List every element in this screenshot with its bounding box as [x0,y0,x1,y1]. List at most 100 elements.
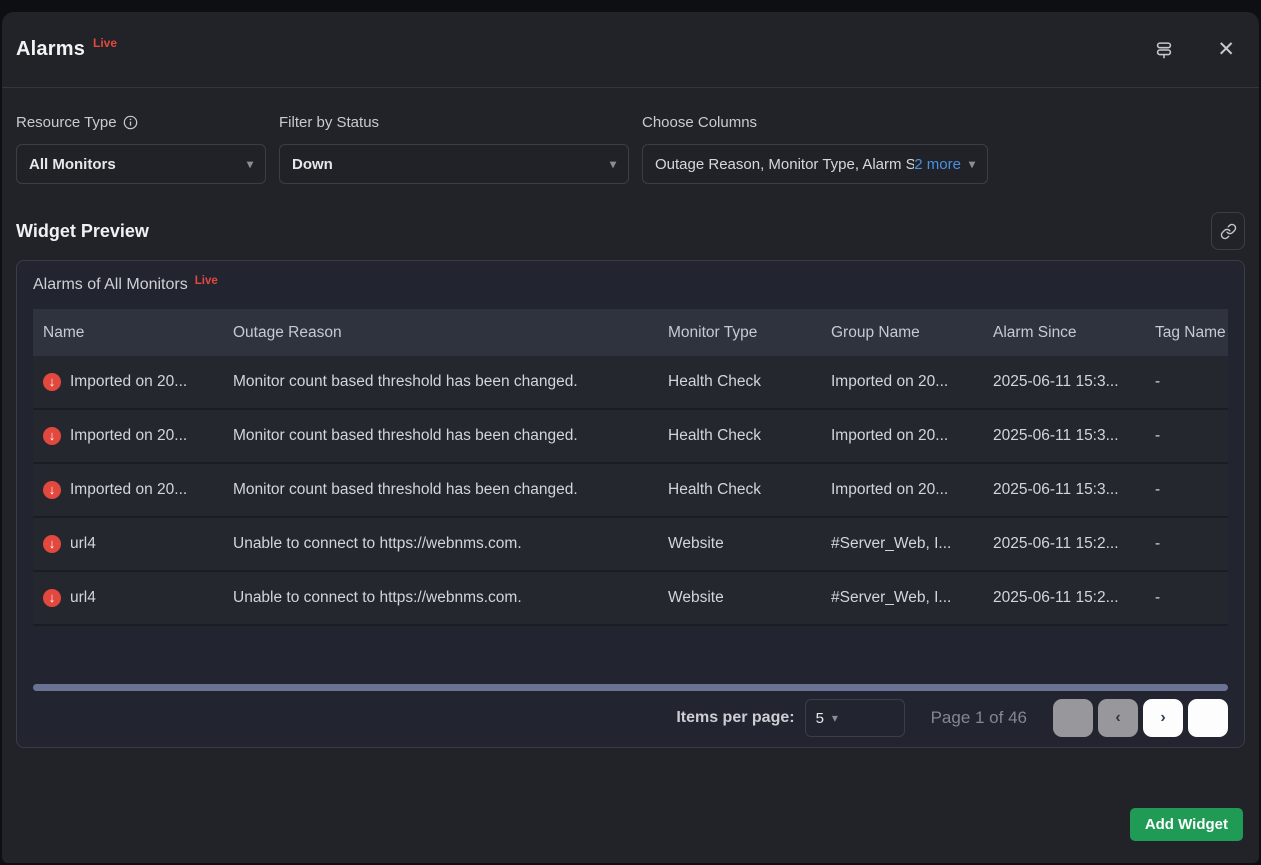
chevron-down-icon: ▾ [969,157,975,171]
first-page-button[interactable] [1053,699,1093,737]
col-header-group-name: Group Name [821,324,983,342]
last-page-button[interactable] [1188,699,1228,737]
group-name-cell: Imported on 20... [821,481,983,499]
widget-preview-panel: Alarms of All Monitors Live Name Outage … [16,260,1245,748]
table-header-row: Name Outage Reason Monitor Type Group Na… [33,309,1228,356]
page-info: Page 1 of 46 [931,708,1027,728]
filter-by-status-label: Filter by Status [279,114,629,131]
previous-page-button[interactable]: ‹ [1098,699,1138,737]
widget-preview-title: Widget Preview [16,221,149,242]
close-icon: ✕ [1217,39,1235,60]
col-header-tag-name: Tag Name [1145,324,1228,342]
choose-columns-value-wrap: Outage Reason, Monitor Type, Alarm Si...… [655,156,961,173]
chevron-left-icon: ‹ [1115,709,1120,727]
items-per-page-value: 5 [816,710,824,727]
table-empty-space [33,626,1228,684]
filters-row: Resource Type All Monitors ▾ Filter b [16,114,1245,184]
outage-reason-cell: Unable to connect to https://webnms.com. [223,535,658,553]
resource-type-label: Resource Type [16,114,266,131]
chevron-down-icon: ▾ [832,711,838,725]
name-cell: ↓ url4 [33,589,223,607]
panel-title-row: Alarms of All Monitors Live [33,261,1228,309]
group-name-cell: #Server_Web, I... [821,589,983,607]
col-header-alarm-since: Alarm Since [983,324,1145,342]
add-widget-dialog: Alarms Live ✕ Re [2,12,1259,863]
tag-name-cell: - [1145,535,1228,553]
chevron-down-icon: ▾ [247,157,253,171]
resource-type-value: All Monitors [29,156,239,173]
table-row[interactable]: ↓ url4 Unable to connect to https://webn… [33,572,1228,626]
group-name-cell: Imported on 20... [821,427,983,445]
chevron-down-icon: ▾ [610,157,616,171]
filter-by-status-value: Down [292,156,602,173]
tag-name-cell: - [1145,373,1228,391]
panel-live-badge: Live [195,275,218,287]
add-widget-button[interactable]: Add Widget [1130,808,1243,841]
group-name-cell: Imported on 20... [821,373,983,391]
monitor-name: Imported on 20... [70,481,187,499]
link-icon [1220,223,1237,240]
choose-columns-value: Outage Reason, Monitor Type, Alarm Si... [655,156,914,173]
table-row[interactable]: ↓ Imported on 20... Monitor count based … [33,464,1228,518]
pager-buttons: ‹ › [1053,699,1228,737]
name-cell: ↓ url4 [33,535,223,553]
header-actions: ✕ [1151,37,1237,63]
monitor-name: url4 [70,589,96,607]
col-header-monitor-type: Monitor Type [658,324,821,342]
dialog-body: Resource Type All Monitors ▾ Filter b [2,88,1259,799]
choose-columns-select[interactable]: Outage Reason, Monitor Type, Alarm Si...… [642,144,988,184]
alarm-since-cell: 2025-06-11 15:2... [983,535,1145,553]
name-cell: ↓ Imported on 20... [33,427,223,445]
col-header-outage-reason: Outage Reason [223,324,658,342]
horizontal-scrollbar[interactable] [33,684,1228,691]
table-row[interactable]: ↓ url4 Unable to connect to https://webn… [33,518,1228,572]
alarm-since-cell: 2025-06-11 15:3... [983,481,1145,499]
title-wrap: Alarms Live [16,38,117,61]
resource-type-group: Resource Type All Monitors ▾ [16,114,266,184]
monitor-type-cell: Website [658,589,821,607]
monitor-name: Imported on 20... [70,373,187,391]
col-header-name: Name [33,324,223,342]
next-page-button[interactable]: › [1143,699,1183,737]
tag-name-cell: - [1145,427,1228,445]
info-icon[interactable] [123,115,138,130]
alarm-since-cell: 2025-06-11 15:2... [983,589,1145,607]
resource-type-select[interactable]: All Monitors ▾ [16,144,266,184]
name-cell: ↓ Imported on 20... [33,481,223,499]
tag-name-cell: - [1145,589,1228,607]
alarm-since-cell: 2025-06-11 15:3... [983,373,1145,391]
panel-title: Alarms of All Monitors [33,276,188,294]
widget-settings-button[interactable] [1151,37,1177,63]
down-status-icon: ↓ [43,427,61,445]
outage-reason-cell: Monitor count based threshold has been c… [223,481,658,499]
choose-columns-group: Choose Columns Outage Reason, Monitor Ty… [642,114,988,184]
chevron-right-icon: › [1160,709,1165,727]
outage-reason-cell: Monitor count based threshold has been c… [223,373,658,391]
group-name-cell: #Server_Web, I... [821,535,983,553]
live-badge: Live [93,36,117,50]
table-row[interactable]: ↓ Imported on 20... Monitor count based … [33,356,1228,410]
monitor-type-cell: Health Check [658,373,821,391]
alarm-since-cell: 2025-06-11 15:3... [983,427,1145,445]
monitor-type-cell: Health Check [658,427,821,445]
down-status-icon: ↓ [43,535,61,553]
sliders-icon [1153,39,1175,61]
monitor-type-cell: Health Check [658,481,821,499]
close-button[interactable]: ✕ [1215,37,1237,62]
columns-more-link[interactable]: 2 more [914,156,961,173]
choose-columns-label: Choose Columns [642,114,988,131]
items-per-page-select[interactable]: 5 ▾ [805,699,905,737]
outage-reason-cell: Unable to connect to https://webnms.com. [223,589,658,607]
dialog-footer: Add Widget [2,799,1259,863]
resource-type-label-text: Resource Type [16,114,117,131]
monitor-type-cell: Website [658,535,821,553]
monitor-name: url4 [70,535,96,553]
filter-by-status-group: Filter by Status Down ▾ [279,114,629,184]
alarms-table: Name Outage Reason Monitor Type Group Na… [33,309,1228,626]
filter-by-status-select[interactable]: Down ▾ [279,144,629,184]
table-row[interactable]: ↓ Imported on 20... Monitor count based … [33,410,1228,464]
down-status-icon: ↓ [43,589,61,607]
monitor-name: Imported on 20... [70,427,187,445]
copy-link-button[interactable] [1211,212,1245,250]
items-per-page-wrap: Items per page: 5 ▾ [676,699,904,737]
